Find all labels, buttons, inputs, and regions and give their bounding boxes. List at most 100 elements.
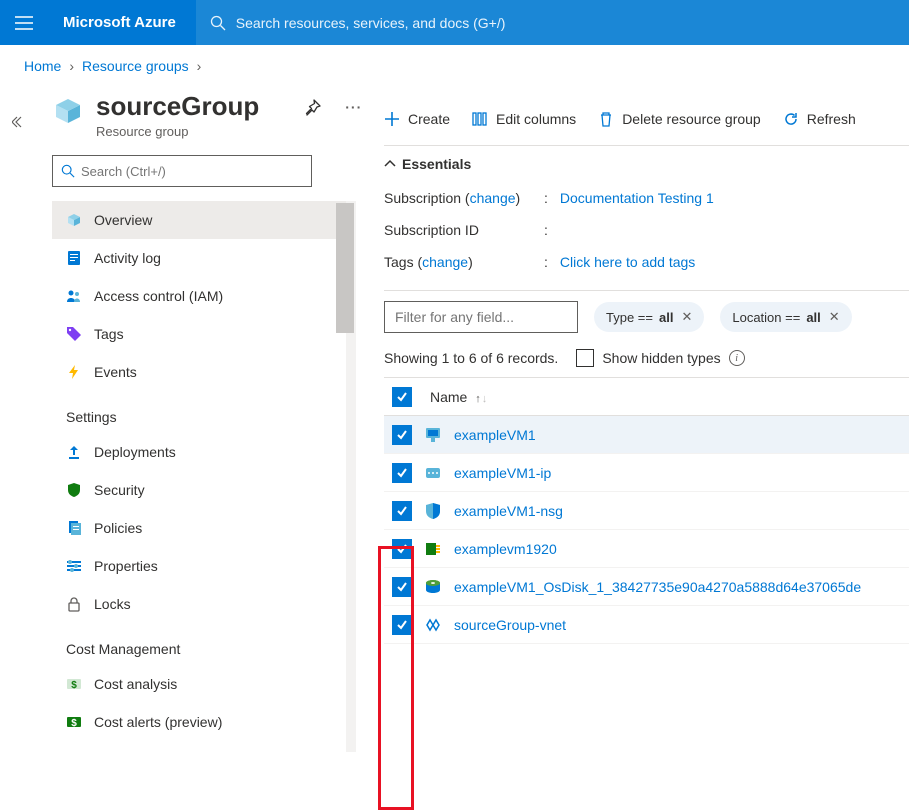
resource-link[interactable]: exampleVM1-nsg: [454, 503, 563, 519]
info-icon[interactable]: i: [729, 350, 745, 366]
select-all-checkbox[interactable]: [392, 387, 412, 407]
sidebar-scrollbar[interactable]: [336, 203, 354, 752]
add-tags-link[interactable]: Click here to add tags: [560, 254, 695, 270]
main-pane: Create Edit columns Delete resource grou…: [356, 87, 909, 752]
disk-icon: [424, 578, 442, 596]
sidebar-item-properties[interactable]: Properties: [52, 547, 346, 585]
delete-rg-button[interactable]: Delete resource group: [598, 111, 761, 127]
sidebar-item-tags[interactable]: Tags: [52, 315, 346, 353]
records-summary: Showing 1 to 6 of 6 records.: [384, 350, 558, 366]
sidebar-item-policies[interactable]: Policies: [52, 509, 346, 547]
dollar-alert-icon: $: [66, 714, 82, 730]
delete-label: Delete resource group: [622, 111, 761, 127]
subscription-value-link[interactable]: Documentation Testing 1: [560, 190, 714, 206]
table-row[interactable]: exampleVM1_OsDisk_1_38427735e90a4270a588…: [384, 568, 909, 606]
chevron-right-icon: ›: [69, 58, 74, 74]
filter-row: Type == all✕ Location == all✕: [384, 301, 909, 333]
menu-icon: [15, 16, 33, 30]
type-filter-pill[interactable]: Type == all✕: [594, 302, 704, 332]
sidebar-item-overview[interactable]: Overview: [52, 201, 346, 239]
subscription-id-label: Subscription ID: [384, 222, 544, 238]
row-checkbox[interactable]: [392, 501, 412, 521]
change-tags-link[interactable]: change: [422, 254, 468, 270]
row-checkbox[interactable]: [392, 425, 412, 445]
sidebar-item-iam[interactable]: Access control (IAM): [52, 277, 346, 315]
sidebar-item-cost-alerts[interactable]: $ Cost alerts (preview): [52, 703, 346, 741]
essentials-label: Essentials: [402, 156, 471, 172]
show-hidden-checkbox[interactable]: [576, 349, 594, 367]
resource-link[interactable]: exampleVM1: [454, 427, 536, 443]
column-name[interactable]: Name ↑↓: [430, 389, 487, 405]
crumb-resource-groups[interactable]: Resource groups: [82, 58, 189, 74]
table-row[interactable]: exampleVM1-ip: [384, 454, 909, 492]
table-row[interactable]: exampleVM1-nsg: [384, 492, 909, 530]
brand[interactable]: Microsoft Azure: [48, 14, 196, 31]
row-checkbox[interactable]: [392, 577, 412, 597]
trash-icon: [598, 111, 614, 127]
records-row: Showing 1 to 6 of 6 records. Show hidden…: [384, 333, 909, 377]
table-row[interactable]: examplevm1920: [384, 530, 909, 568]
sidebar-item-label: Security: [94, 482, 145, 498]
location-filter-pill[interactable]: Location == all✕: [720, 302, 851, 332]
resource-group-icon: [52, 95, 84, 127]
refresh-button[interactable]: Refresh: [783, 111, 856, 127]
page-title: sourceGroup: [96, 91, 259, 122]
resource-link[interactable]: exampleVM1-ip: [454, 465, 551, 481]
global-search-input[interactable]: [236, 15, 895, 31]
table-row[interactable]: exampleVM1: [384, 416, 909, 454]
sidebar-item-label: Cost analysis: [94, 676, 177, 692]
properties-icon: [66, 558, 82, 574]
resource-link[interactable]: examplevm1920: [454, 541, 557, 557]
crumb-home[interactable]: Home: [24, 58, 61, 74]
nic-icon: [424, 540, 442, 558]
hamburger-menu[interactable]: [0, 0, 48, 45]
row-checkbox[interactable]: [392, 463, 412, 483]
sidebar-item-label: Policies: [94, 520, 142, 536]
refresh-label: Refresh: [807, 111, 856, 127]
row-checkbox[interactable]: [392, 539, 412, 559]
table-header: Name ↑↓: [384, 378, 909, 416]
resource-link[interactable]: exampleVM1_OsDisk_1_38427735e90a4270a588…: [454, 579, 861, 595]
toolbar: Create Edit columns Delete resource grou…: [384, 97, 909, 141]
log-icon: [66, 250, 82, 266]
sidebar-item-security[interactable]: Security: [52, 471, 346, 509]
sidebar-item-deployments[interactable]: Deployments: [52, 433, 346, 471]
separator: [384, 145, 909, 146]
sidebar-item-activity-log[interactable]: Activity log: [52, 239, 346, 277]
sidebar-item-locks[interactable]: Locks: [52, 585, 346, 623]
close-icon[interactable]: ✕: [829, 309, 840, 325]
sidebar-item-label: Events: [94, 364, 137, 380]
table-row[interactable]: sourceGroup-vnet: [384, 606, 909, 644]
sidebar-search[interactable]: [52, 155, 312, 187]
resources-table: Name ↑↓ exampleVM1 exampleVM1-ip exampleVM…: [384, 377, 909, 644]
change-subscription-link[interactable]: change: [470, 190, 516, 206]
edit-columns-button[interactable]: Edit columns: [472, 111, 576, 127]
sidebar-item-label: Activity log: [94, 250, 161, 266]
essentials-toggle[interactable]: Essentials: [384, 156, 909, 180]
upload-icon: [66, 444, 82, 460]
nsg-icon: [424, 502, 442, 520]
sidebar-item-label: Cost alerts (preview): [94, 714, 222, 730]
plus-icon: [384, 111, 400, 127]
people-icon: [66, 288, 82, 304]
tag-icon: [66, 326, 82, 342]
sidebar-item-label: Tags: [94, 326, 124, 342]
page-subtitle: Resource group: [96, 124, 259, 139]
sidebar-search-input[interactable]: [81, 164, 303, 179]
filter-input[interactable]: [384, 301, 578, 333]
sidebar-item-events[interactable]: Events: [52, 353, 346, 391]
close-icon[interactable]: ✕: [681, 309, 692, 325]
svg-text:$: $: [71, 680, 77, 691]
create-button[interactable]: Create: [384, 111, 450, 127]
pin-icon[interactable]: [303, 99, 321, 117]
search-icon: [61, 164, 75, 178]
resource-link[interactable]: sourceGroup-vnet: [454, 617, 566, 633]
sidebar-item-cost-analysis[interactable]: $ Cost analysis: [52, 665, 346, 703]
vnet-icon: [424, 616, 442, 634]
global-search[interactable]: [196, 0, 909, 45]
row-checkbox[interactable]: [392, 615, 412, 635]
refresh-icon: [783, 111, 799, 127]
sidebar-header-settings: Settings: [52, 391, 346, 433]
sidebar-item-label: Access control (IAM): [94, 288, 223, 304]
chevron-up-icon: [384, 158, 396, 170]
